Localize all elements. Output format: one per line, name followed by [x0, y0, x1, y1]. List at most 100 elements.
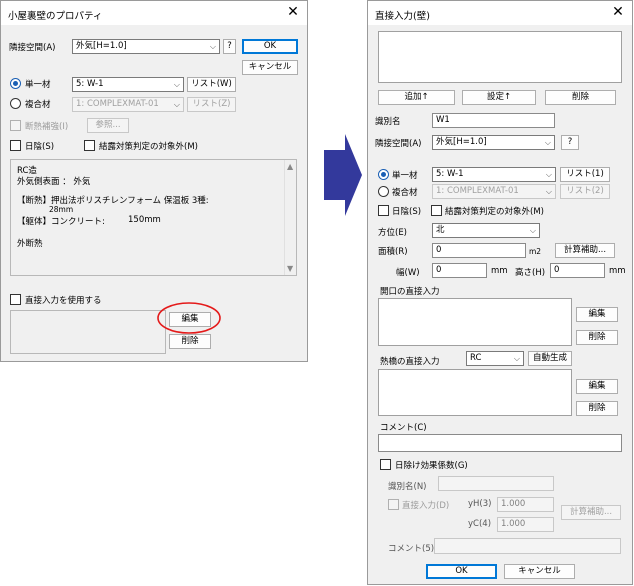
condensation-checkbox[interactable] — [84, 140, 95, 151]
cancel-button[interactable]: キャンセル — [242, 60, 298, 75]
adjacent-space-select[interactable]: 外気[H=1.0] ⌵ — [72, 39, 220, 54]
scroll-up-icon[interactable]: ▲ — [287, 162, 293, 171]
list-w-button[interactable]: リスト(W) — [187, 77, 236, 92]
chevron-down-icon: ⌵ — [544, 138, 551, 147]
direct-input-checkbox[interactable] — [10, 294, 21, 305]
chevron-down-icon: ⌵ — [209, 42, 216, 51]
close-icon[interactable]: ✕ — [610, 4, 626, 20]
entry-list[interactable] — [378, 31, 622, 83]
direction-label: 方位(E) — [378, 228, 408, 238]
width-input[interactable]: 0 — [432, 263, 487, 278]
height-unit: mm — [609, 266, 626, 276]
thermal-bridge-list[interactable] — [378, 369, 572, 416]
text-line-7: 外断熱 — [17, 239, 43, 249]
height-input[interactable]: 0 — [550, 263, 605, 278]
insulation-checkbox[interactable] — [10, 120, 21, 131]
thermal-edit-button[interactable]: 編集 — [576, 379, 618, 394]
adjacent-space-select[interactable]: 外気[H=1.0] ⌵ — [432, 135, 555, 150]
area-unit: m2 — [529, 247, 542, 256]
condensation-label: 結露対策判定の対象外(M) — [445, 207, 544, 217]
text-line-5: 【躯体】コンクリート: — [17, 217, 105, 227]
cancel-button[interactable]: キャンセル — [504, 564, 575, 579]
list-1-button[interactable]: リスト(1) — [560, 167, 610, 182]
condensation-label: 結露対策判定の対象外(M) — [99, 142, 198, 152]
composite-material-select[interactable]: 1: COMPLEXMAT-01 ⌵ — [432, 184, 556, 199]
direct-input-label: 直接入力を使用する — [25, 296, 102, 306]
add-button[interactable]: 追加↑ — [378, 90, 455, 105]
composite-material-radio[interactable] — [378, 186, 389, 197]
shade-effect-checkbox[interactable] — [380, 459, 391, 470]
edit-button[interactable]: 編集 — [169, 312, 211, 327]
single-material-radio[interactable] — [378, 169, 389, 180]
right-titlebar: 直接入力(壁) ✕ — [368, 1, 632, 25]
thermal-bridge-select[interactable]: RC ⌵ — [466, 351, 524, 366]
ok-button[interactable]: OK — [242, 39, 298, 54]
single-material-value: 5: W-1 — [436, 169, 464, 179]
text-scrollbar[interactable]: ▲ ▼ — [284, 160, 296, 275]
close-icon[interactable]: ✕ — [285, 4, 301, 20]
direction-value: 北 — [436, 225, 445, 235]
shade-name-input[interactable] — [438, 476, 554, 491]
composite-material-label: 複合材 — [392, 188, 418, 198]
chevron-down-icon: ⌵ — [545, 170, 552, 179]
area-input[interactable]: 0 — [432, 243, 526, 258]
single-material-select[interactable]: 5: W-1 ⌵ — [72, 77, 184, 92]
left-dialog: 小屋裏壁のプロパティ ✕ 隣接空間(A) 外気[H=1.0] ⌵ ? OK キャ… — [0, 0, 308, 362]
delete-entry-button[interactable]: 削除 — [545, 90, 616, 105]
opening-delete-button[interactable]: 削除 — [576, 330, 618, 345]
list-2-button[interactable]: リスト(2) — [560, 184, 610, 199]
direction-select[interactable]: 北 ⌵ — [432, 223, 540, 238]
composite-material-radio[interactable] — [10, 98, 21, 109]
area-label: 面積(R) — [378, 247, 408, 257]
ok-button[interactable]: OK — [426, 564, 497, 579]
single-material-select[interactable]: 5: W-1 ⌵ — [432, 167, 556, 182]
shade-effect-label: 日除け効果係数(G) — [395, 461, 468, 471]
text-line-3: 【断熱】押出法ポリスチレンフォーム 保温板 3種: — [17, 196, 209, 206]
adjacent-space-value: 外気[H=1.0] — [436, 137, 487, 147]
adjacent-space-label: 隣接空間(A) — [9, 43, 56, 53]
height-label: 高さ(H) — [515, 268, 546, 278]
help-button[interactable]: ? — [223, 39, 236, 54]
text-line-2: 外気側表面 ： 外気 — [17, 177, 91, 187]
shade-name-label: 識別名(N) — [388, 482, 427, 492]
comment-label: コメント(C) — [380, 423, 427, 433]
help-button[interactable]: ? — [561, 135, 579, 150]
shade-calc-button[interactable]: 計算補助... — [561, 505, 621, 520]
adjacent-space-value: 外気[H=1.0] — [76, 41, 127, 51]
set-button[interactable]: 設定↑ — [462, 90, 536, 105]
comment-input[interactable] — [378, 434, 622, 452]
thermal-delete-button[interactable]: 削除 — [576, 401, 618, 416]
construction-text-area[interactable]: RC造 外気側表面 ： 外気 【断熱】押出法ポリスチレンフォーム 保温板 3種:… — [10, 159, 297, 276]
area-calc-button[interactable]: 計算補助... — [555, 243, 615, 258]
opening-edit-button[interactable]: 編集 — [576, 307, 618, 322]
single-material-value: 5: W-1 — [76, 79, 104, 89]
adjacent-space-label: 隣接空間(A) — [375, 139, 422, 149]
delete-button[interactable]: 削除 — [169, 334, 211, 349]
name-input[interactable]: W1 — [432, 113, 555, 128]
list-z-button[interactable]: リスト(Z) — [187, 97, 236, 112]
yh-input[interactable]: 1.000 — [497, 497, 554, 512]
name-label: 識別名 — [375, 117, 401, 127]
sunshade-checkbox[interactable] — [378, 205, 389, 216]
condensation-checkbox[interactable] — [431, 205, 442, 216]
sunshade-label: 日陰(S) — [25, 142, 55, 152]
single-material-label: 単一材 — [25, 80, 51, 90]
scroll-down-icon[interactable]: ▼ — [287, 264, 293, 273]
browse-button[interactable]: 参照... — [87, 118, 129, 133]
shade-direct-checkbox[interactable] — [388, 499, 399, 510]
opening-list[interactable] — [378, 298, 572, 346]
sunshade-label: 日陰(S) — [392, 207, 422, 217]
right-dialog: 直接入力(壁) ✕ 追加↑ 設定↑ 削除 識別名 W1 隣接空間(A) 外気[H… — [367, 0, 633, 585]
auto-generate-button[interactable]: 自動生成 — [528, 351, 572, 366]
composite-material-value: 1: COMPLEXMAT-01 — [436, 186, 519, 196]
shade-comment-input[interactable] — [434, 538, 621, 554]
yh-label: yH(3) — [468, 499, 492, 509]
single-material-radio[interactable] — [10, 78, 21, 89]
yc-input[interactable]: 1.000 — [497, 517, 554, 532]
chevron-down-icon: ⌵ — [173, 100, 180, 109]
right-dialog-title: 直接入力(壁) — [375, 11, 430, 22]
insulation-label: 断熱補強(I) — [25, 122, 69, 132]
sunshade-checkbox[interactable] — [10, 140, 21, 151]
thermal-bridge-value: RC — [470, 353, 482, 363]
composite-material-select[interactable]: 1: COMPLEXMAT-01 ⌵ — [72, 97, 184, 112]
